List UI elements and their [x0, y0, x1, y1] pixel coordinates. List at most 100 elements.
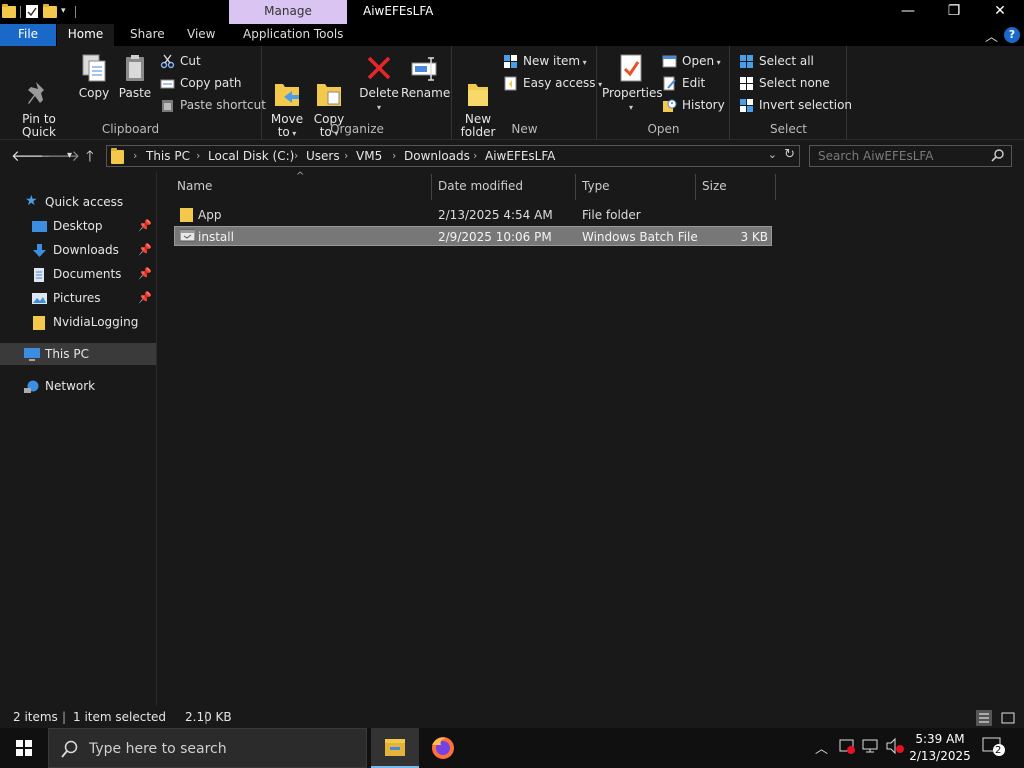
pin-to-quick-access-button[interactable]: Pin to Quick access [4, 52, 74, 152]
tab-share[interactable]: Share [118, 24, 177, 46]
forward-arrow-icon[interactable]: 🡒 [40, 147, 80, 165]
column-divider[interactable] [695, 174, 696, 200]
easy-access-button[interactable]: Easy access ▾ [503, 73, 602, 93]
chevron-down-icon[interactable]: ▾ [67, 147, 72, 165]
new-folder-icon[interactable] [43, 4, 57, 19]
properties-icon[interactable] [25, 4, 39, 19]
taskbar-firefox[interactable] [419, 728, 467, 768]
tab-application-tools[interactable]: Application Tools [231, 24, 355, 46]
system-clock[interactable]: 5:39 AM 2/13/2025 [908, 731, 972, 765]
chevron-up-icon[interactable]: ︿ [815, 738, 828, 757]
navigation-pane: ★ Quick access Desktop 📌 Downloads 📌 Doc… [0, 172, 157, 706]
properties-button[interactable]: Properties ▾ [602, 52, 663, 114]
status-separator: | [204, 710, 209, 724]
history-button[interactable]: History [662, 95, 725, 115]
file-row-app[interactable]: App 2/13/2025 4:54 AM File folder [174, 205, 772, 225]
minimize-button[interactable]: — [885, 0, 931, 24]
column-divider[interactable] [775, 174, 776, 200]
column-divider[interactable] [431, 174, 432, 200]
column-header-name[interactable]: Name [177, 179, 212, 193]
refresh-icon[interactable]: ↻ [784, 147, 795, 162]
rename-button[interactable]: Rename [401, 52, 450, 100]
chevron-down-icon[interactable]: ▾ [61, 4, 71, 19]
tab-view[interactable]: View [175, 24, 227, 46]
details-view-icon[interactable] [976, 710, 992, 726]
open-group-label: Open [647, 122, 680, 136]
volume-muted-icon[interactable] [885, 737, 905, 759]
quick-access-toolbar: ▾ [2, 4, 76, 19]
desktop-icon [32, 219, 47, 233]
help-icon[interactable]: ? [1004, 27, 1020, 43]
close-button[interactable]: ✕ [977, 0, 1023, 24]
rename-icon [409, 52, 439, 84]
chevron-down-icon[interactable]: ⌄ [768, 148, 777, 161]
nav-item-quick-access[interactable]: ★ Quick access [0, 191, 156, 213]
selection-count: 1 item selected [73, 710, 167, 724]
up-arrow-icon[interactable]: 🡑 [86, 147, 94, 165]
breadcrumb-current-folder[interactable]: AiwEFEsLFA [485, 149, 555, 163]
select-none-icon [739, 76, 754, 91]
maximize-button[interactable]: ❐ [931, 0, 977, 24]
folder-icon[interactable] [2, 4, 16, 19]
nav-item-nvidialogging[interactable]: NvidiaLogging [0, 311, 156, 333]
cut-button[interactable]: Cut [160, 51, 201, 71]
copy-path-button[interactable]: Copy path [160, 73, 242, 93]
column-header-type[interactable]: Type [582, 179, 610, 193]
new-item-button[interactable]: New item ▾ [503, 51, 587, 71]
pin-icon[interactable]: 📌 [138, 263, 152, 285]
edit-button[interactable]: Edit [662, 73, 705, 93]
search-icon[interactable] [991, 148, 1005, 165]
taskbar-file-explorer[interactable] [371, 728, 419, 768]
breadcrumb-users[interactable]: Users [306, 149, 340, 163]
nav-item-network[interactable]: Network [0, 375, 156, 397]
paste-button[interactable]: Paste [117, 52, 153, 100]
nav-item-downloads[interactable]: Downloads 📌 [0, 239, 156, 261]
invert-selection-button[interactable]: Invert selection [739, 95, 852, 115]
taskbar-search-box[interactable] [48, 728, 367, 768]
easy-access-label: Easy access [523, 76, 596, 90]
breadcrumb-local-disk[interactable]: Local Disk (C:) [208, 149, 294, 163]
notification-center-icon[interactable] [982, 736, 1006, 762]
tab-manage[interactable]: Manage [229, 0, 347, 24]
breadcrumb-downloads[interactable]: Downloads [404, 149, 470, 163]
start-button[interactable] [0, 728, 48, 768]
copy-path-label: Copy path [180, 76, 242, 90]
nav-item-this-pc[interactable]: This PC [0, 343, 156, 365]
column-divider[interactable] [575, 174, 576, 200]
paste-shortcut-label: Paste shortcut [180, 98, 266, 112]
large-icons-view-icon[interactable] [1000, 710, 1016, 726]
history-label: History [682, 98, 725, 112]
address-bar[interactable]: › This PC › Local Disk (C:) › Users › VM… [106, 145, 800, 167]
breadcrumb-vm5[interactable]: VM5 [356, 149, 382, 163]
column-header-date-modified[interactable]: Date modified [438, 179, 523, 193]
nav-item-desktop[interactable]: Desktop 📌 [0, 215, 156, 237]
copy-button[interactable]: Copy [76, 52, 112, 100]
paste-shortcut-button[interactable]: Paste shortcut [160, 95, 266, 115]
open-button[interactable]: Open ▾ [662, 51, 721, 71]
clock-date: 2/13/2025 [909, 749, 971, 763]
file-row-install[interactable]: install 2/9/2025 10:06 PM Windows Batch … [174, 226, 772, 246]
tab-home[interactable]: Home [57, 24, 114, 46]
select-all-button[interactable]: Select all [739, 51, 814, 71]
tab-file[interactable]: File [0, 24, 56, 46]
taskbar-search-input[interactable] [89, 739, 349, 759]
pin-icon[interactable]: 📌 [138, 239, 152, 261]
nav-item-pictures[interactable]: Pictures 📌 [0, 287, 156, 309]
pin-icon[interactable]: 📌 [138, 287, 152, 309]
chevron-up-icon[interactable]: ︿ [985, 26, 998, 45]
pin-icon[interactable]: 📌 [138, 215, 152, 237]
select-group: Select all Select none Invert selection … [731, 46, 852, 140]
search-box[interactable] [809, 145, 1012, 167]
folder-icon [180, 208, 194, 228]
network-status-icon[interactable] [862, 737, 880, 759]
invert-selection-icon [739, 98, 754, 113]
new-group: New folder New item ▾ Easy access ▾ New [453, 46, 602, 140]
column-header-size[interactable]: Size [702, 179, 727, 193]
nav-item-documents[interactable]: Documents 📌 [0, 263, 156, 285]
properties-label: Properties [602, 86, 663, 100]
select-none-button[interactable]: Select none [739, 73, 830, 93]
delete-button[interactable]: Delete ▾ [359, 52, 399, 114]
breadcrumb-this-pc[interactable]: This PC [146, 149, 190, 163]
security-alert-icon[interactable] [838, 737, 856, 759]
search-input[interactable] [818, 148, 988, 164]
